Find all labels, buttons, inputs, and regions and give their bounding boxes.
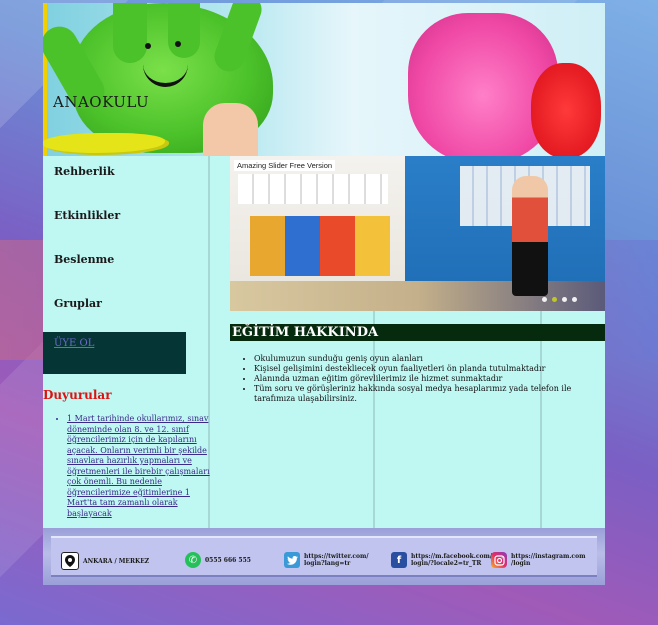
instagram-url-line2: /login [511,560,531,567]
footer-panel: ANKARA / MERKEZ ✆ 0555 666 555 https://t… [51,536,597,577]
facebook-icon[interactable]: f [391,552,407,568]
slider-dots [542,297,577,302]
list-item: Tüm soru ve görüşleriniz hakkında sosyal… [254,384,599,404]
nav-etkinlikler[interactable]: Etkinlikler [54,209,120,222]
site-title: ANAOKULU [53,93,150,111]
slider-teacher [512,176,548,296]
image-slider[interactable]: Amazing Slider Free Version [230,156,605,311]
education-list: Okulumuzun sunduğu geniş oyun alanları K… [242,354,599,404]
footer-instagram[interactable]: https://instagram.com /login [491,552,585,568]
footer-twitter[interactable]: https://twitter.com/ login?lang=tr [284,552,369,568]
list-item: Alanında uzman eğitim görevlilerimiz ile… [254,374,599,384]
location-pin-icon [61,552,79,570]
footer-location-text: ANKARA / MERKEZ [83,557,150,565]
slider-shelf [250,216,390,276]
nav-beslenme[interactable]: Beslenme [54,253,114,266]
slider-dot[interactable] [542,297,547,302]
arm-image [203,103,258,156]
slider-number-cards [238,174,388,204]
announcements-heading: Duyurular [43,388,112,402]
instagram-icon[interactable] [491,552,507,568]
nav-gruplar[interactable]: Gruplar [54,297,102,310]
footer: ANKARA / MERKEZ ✆ 0555 666 555 https://t… [43,528,605,585]
slider-dot-active[interactable] [552,297,557,302]
footer-instagram-text: https://instagram.com /login [511,553,585,567]
signup-link[interactable]: ÜYE OL [54,338,94,349]
header-stripe [43,3,47,156]
list-item: Kişisel gelişimini destekliecek oyun faa… [254,364,599,374]
twitter-url-line2: login?lang=tr [304,560,351,567]
nav-rehberlik[interactable]: Rehberlik [54,165,115,178]
red-hand-image [531,63,601,156]
header-banner: ANAOKULU [43,3,605,156]
slider-floor [230,281,605,311]
footer-facebook[interactable]: f https://m.facebook.com/ login/?locale2… [391,552,492,568]
footer-twitter-text: https://twitter.com/ login?lang=tr [304,553,369,567]
list-item: Okulumuzun sunduğu geniş oyun alanları [254,354,599,364]
announcement-item[interactable]: 1 Mart tarihinde okullarımız, sınav döne… [67,414,212,519]
announcements-list: 1 Mart tarihinde okullarımız, sınav döne… [57,414,212,519]
whatsapp-icon[interactable]: ✆ [185,552,201,568]
twitter-icon[interactable] [284,552,300,568]
footer-phone-text: 0555 666 555 [205,556,251,564]
slider-caption[interactable]: Amazing Slider Free Version [234,160,336,171]
facebook-url-line2: login/?locale2=tr_TR [411,560,482,567]
page-container: ANAOKULU Rehberlik Etkinlikler Beslenme … [43,3,605,585]
footer-location: ANKARA / MERKEZ [61,552,149,570]
sidebar: Rehberlik Etkinlikler Beslenme Gruplar Ü… [43,156,210,528]
instagram-url-line1: https://instagram.com [511,553,586,560]
twitter-url-line1: https://twitter.com/ [304,553,369,560]
section-title: EĞİTİM HAKKINDA [230,324,605,341]
facebook-url-line1: https://m.facebook.com/ [411,553,493,560]
slider-dot[interactable] [562,297,567,302]
footer-phone: ✆ 0555 666 555 [185,552,251,568]
footer-facebook-text: https://m.facebook.com/ login/?locale2=t… [411,553,492,567]
slider-dot[interactable] [572,297,577,302]
